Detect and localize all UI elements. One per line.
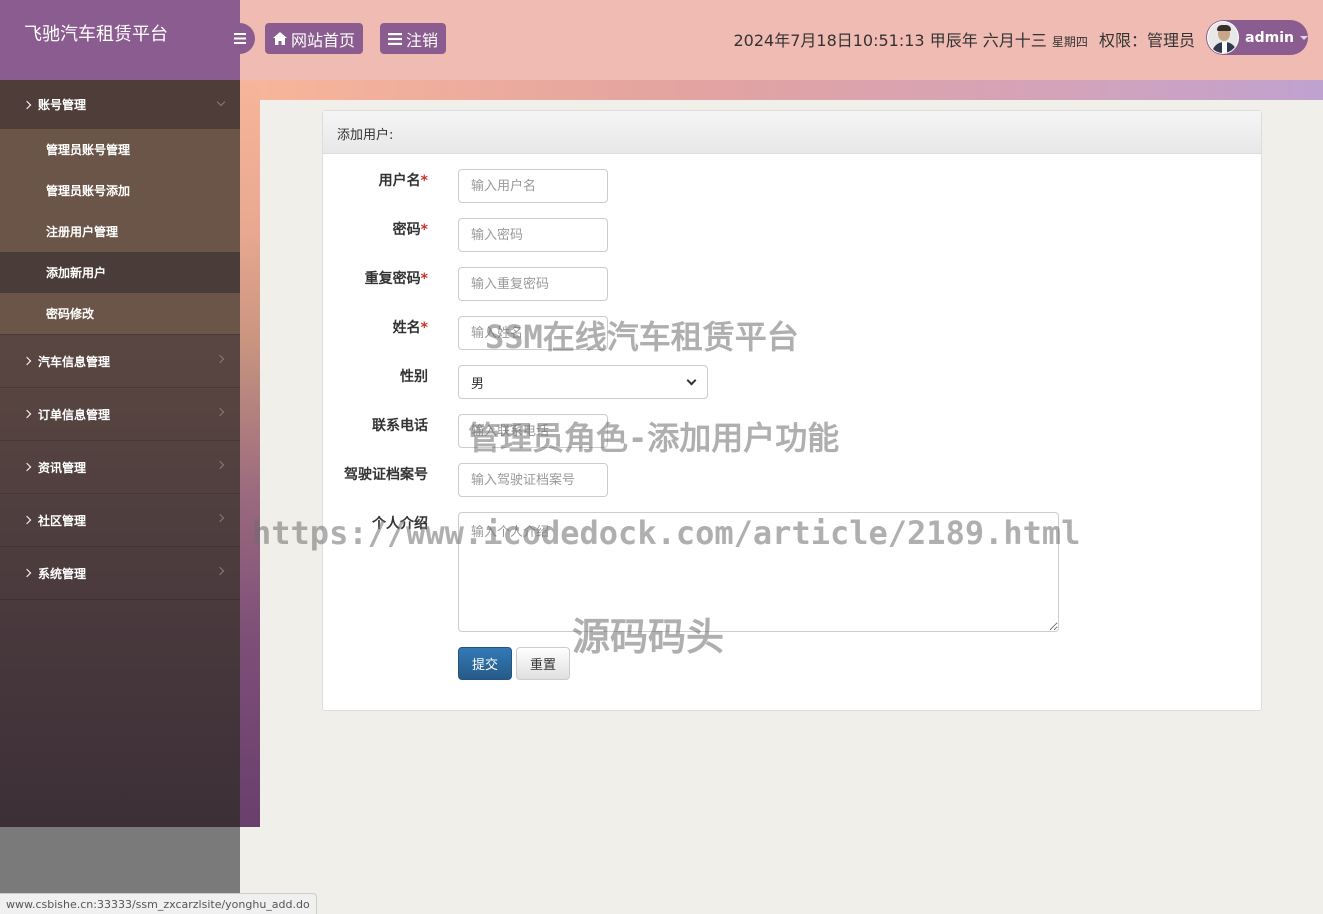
home-icon	[273, 32, 287, 45]
brand-title: 飞驰汽车租赁平台	[0, 0, 240, 80]
role-text: 权限：管理员	[1098, 31, 1195, 50]
status-bar-url: www.csbishe.cn:33333/ssm_zxcarzlsite/yon…	[0, 893, 317, 914]
gender-label: 性别	[400, 369, 428, 385]
nav-group-orders-header[interactable]: 订单信息管理	[0, 388, 240, 440]
intro-textarea[interactable]	[458, 512, 1059, 632]
nav-group-cars: 汽车信息管理	[0, 335, 240, 388]
username-input[interactable]	[458, 169, 608, 203]
home-button-label: 网站首页	[291, 30, 356, 50]
sidebar-item-label: 密码修改	[46, 307, 95, 321]
nav-group-community-header[interactable]: 社区管理	[0, 494, 240, 546]
chevron-right-icon	[22, 356, 32, 366]
chevron-right-icon	[215, 460, 225, 470]
sidebar-item-label: 注册用户管理	[46, 225, 119, 239]
nav-group-system-header[interactable]: 系统管理	[0, 547, 240, 599]
chevron-right-icon	[215, 407, 225, 417]
nav-group-label: 系统管理	[38, 566, 87, 581]
user-menu[interactable]: admin	[1206, 20, 1308, 55]
nav-group-label: 订单信息管理	[38, 407, 111, 422]
username-label: 用户名*	[378, 173, 428, 189]
submit-button[interactable]: 提交	[458, 647, 512, 680]
chevron-right-icon	[22, 409, 32, 419]
sidebar-item-admin-manage[interactable]: 管理员账号管理	[0, 129, 240, 170]
chevron-down-icon	[216, 97, 226, 107]
chevron-right-icon	[215, 354, 225, 364]
gender-select-value: 男	[471, 376, 485, 392]
panel-title: 添加用户:	[323, 111, 1261, 154]
nav-group-label: 账号管理	[38, 98, 87, 112]
username: admin	[1245, 29, 1294, 46]
sidebar-item-user-manage[interactable]: 注册用户管理	[0, 211, 240, 252]
chevron-down-icon	[686, 375, 697, 385]
password-label: 密码*	[392, 222, 428, 238]
nav-group-label: 资讯管理	[38, 460, 87, 475]
logout-button[interactable]: 注销	[380, 23, 447, 54]
name-label: 姓名*	[392, 320, 428, 336]
weekday-text: 星期四	[1051, 35, 1088, 49]
chevron-right-icon	[215, 513, 225, 523]
name-input[interactable]	[458, 316, 608, 350]
password-input[interactable]	[458, 218, 608, 252]
repeat-password-label: 重复密码*	[364, 271, 428, 287]
license-input[interactable]	[458, 463, 608, 497]
nav-group-label: 社区管理	[38, 513, 87, 528]
logout-button-label: 注销	[406, 30, 439, 50]
nav-submenu-account: 管理员账号管理 管理员账号添加 注册用户管理 添加新用户 密码修改	[0, 129, 240, 334]
sidebar-toggle-button[interactable]	[224, 23, 255, 54]
datetime-display: 2024年7月18日10:51:13 甲辰年 六月十三 星期四 权限：管理员	[733, 27, 1195, 51]
repeat-password-input[interactable]	[458, 267, 608, 301]
caret-down-icon	[1300, 35, 1308, 40]
chevron-right-icon	[22, 100, 32, 109]
nav-group-news-header[interactable]: 资讯管理	[0, 441, 240, 493]
datetime-text: 2024年7月18日10:51:13 甲辰年 六月十三	[733, 31, 1047, 50]
avatar	[1207, 21, 1240, 54]
nav-group-account-header[interactable]: 账号管理	[0, 80, 240, 129]
nav-group-label: 汽车信息管理	[38, 354, 111, 369]
decorative-strip	[260, 80, 1323, 100]
sidebar-item-label: 添加新用户	[46, 266, 107, 280]
list-icon	[388, 32, 402, 45]
add-user-panel: 添加用户: 用户名* 密码* 重复密码* 姓名* 性别 男 联系电话 驾驶证档案…	[322, 110, 1262, 711]
gender-select[interactable]: 男	[458, 365, 708, 399]
reset-button[interactable]: 重置	[516, 647, 570, 680]
nav-group-orders: 订单信息管理	[0, 388, 240, 441]
sidebar-item-admin-add[interactable]: 管理员账号添加	[0, 170, 240, 211]
sidebar-item-label: 管理员账号管理	[46, 143, 131, 157]
chevron-right-icon	[22, 568, 32, 578]
phone-label: 联系电话	[372, 418, 428, 434]
intro-label: 个人介绍	[372, 516, 428, 532]
nav-group-news: 资讯管理	[0, 441, 240, 494]
chevron-right-icon	[215, 566, 225, 576]
nav-group-account: 账号管理 管理员账号管理 管理员账号添加 注册用户管理 添加新用户 密码修改	[0, 80, 240, 335]
sidebar-item-label: 管理员账号添加	[46, 184, 131, 198]
nav-group-community: 社区管理	[0, 494, 240, 547]
menu-icon	[233, 33, 246, 44]
sidebar-item-add-user[interactable]: 添加新用户	[0, 252, 240, 293]
nav-group-cars-header[interactable]: 汽车信息管理	[0, 335, 240, 387]
nav-group-system: 系统管理	[0, 547, 240, 600]
home-button[interactable]: 网站首页	[265, 23, 364, 54]
license-label: 驾驶证档案号	[344, 467, 428, 483]
phone-input[interactable]	[458, 414, 608, 448]
sidebar: 账号管理 管理员账号管理 管理员账号添加 注册用户管理 添加新用户 密码修改 汽…	[0, 80, 240, 827]
chevron-right-icon	[22, 515, 32, 525]
decorative-strip	[240, 80, 260, 827]
chevron-right-icon	[22, 462, 32, 472]
sidebar-item-password[interactable]: 密码修改	[0, 293, 240, 334]
